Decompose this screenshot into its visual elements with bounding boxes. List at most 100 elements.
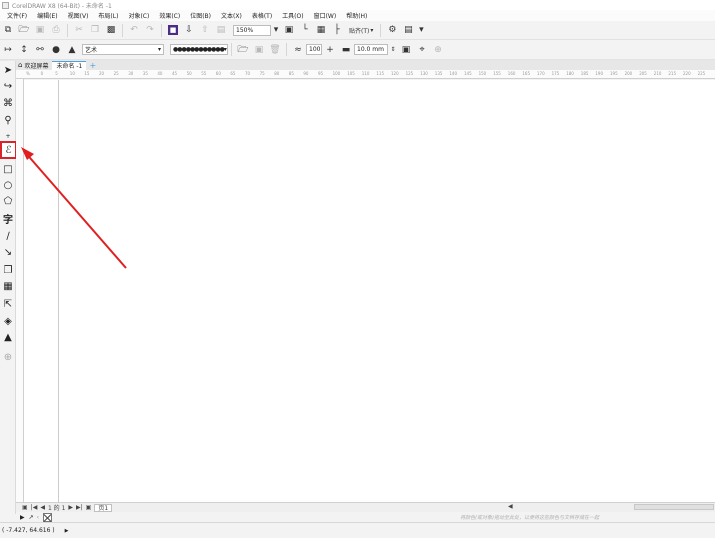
artistic-media-tool-icon[interactable]: ℰ (0, 141, 17, 159)
cut-icon[interactable]: ✂ (72, 23, 86, 37)
menu-object[interactable]: 对象(C) (123, 11, 154, 20)
previous-page-icon[interactable]: ◀ (40, 504, 45, 511)
ruler-tick-label: 70 (245, 71, 251, 76)
export-icon[interactable]: ⇧ (198, 23, 212, 37)
drawing-canvas[interactable] (24, 80, 715, 502)
menu-window[interactable]: 窗口(W) (309, 11, 342, 20)
application-launcher-icon[interactable]: ▤ (401, 23, 415, 37)
smoothing-field[interactable]: 100 (306, 44, 322, 55)
ruler-tick-label: 115 (376, 71, 385, 76)
tab-document[interactable]: 未命名 -1 (52, 60, 87, 70)
launcher-dropdown-icon[interactable]: ▾ (417, 23, 425, 37)
stroke-preset-field[interactable]: ●●●●●●●●●●●● ▾ (170, 44, 228, 55)
horizontal-ruler[interactable]: % 0 5 10 15 20 25 30 35 40 45 50 55 60 65 70 75 80 85 90 95 1… (16, 70, 715, 79)
show-grid-icon[interactable]: ▦ (314, 23, 328, 37)
menu-effects[interactable]: 效果(C) (154, 11, 185, 20)
snap-to-label: 贴齐(T) (349, 27, 370, 35)
save-stroke-icon[interactable]: ▣ (252, 43, 266, 57)
menu-table[interactable]: 表格(T) (247, 11, 277, 20)
ruler-tick-label: 165 (522, 71, 531, 76)
polygon-tool-icon[interactable]: ⬠ (1, 194, 15, 208)
menu-help[interactable]: 帮助(H) (341, 11, 372, 20)
add-page-icon[interactable]: ▣ (86, 504, 92, 511)
print-icon[interactable]: ⎙ (49, 23, 63, 37)
menu-file[interactable]: 文件(F) (2, 11, 32, 20)
interactive-fill-tool-icon[interactable]: ◈ (1, 314, 15, 328)
art-media-value: 艺术 (85, 47, 98, 54)
zoom-dropdown-icon[interactable]: ▾ (272, 23, 280, 37)
copy-icon[interactable]: ❐ (88, 23, 102, 37)
delete-icon[interactable]: 🗑 (268, 43, 282, 57)
zoom-level-field[interactable]: 150% (233, 24, 271, 36)
smart-fill-tool-icon[interactable]: ▲ (1, 330, 15, 344)
palette-scroll-icon[interactable]: ‹ (37, 514, 39, 521)
show-rulers-icon[interactable]: └ (298, 23, 312, 37)
add-tool-icon[interactable]: ⊕ (1, 350, 15, 364)
sprayer-icon[interactable]: ⚯ (33, 43, 47, 57)
drop-shadow-tool-icon[interactable]: ❐ (1, 263, 15, 277)
open-document-icon[interactable]: 🗁 (17, 23, 31, 37)
eyedropper-tool-icon[interactable]: ⇱ (1, 297, 15, 311)
text-tool-icon[interactable]: 字 (1, 211, 15, 226)
vertical-ruler[interactable] (16, 79, 24, 502)
parallel-dimension-tool-icon[interactable]: ∕ (1, 229, 15, 243)
preset-icon[interactable]: ↦ (1, 43, 15, 57)
menu-tools[interactable]: 工具(O) (277, 11, 308, 20)
ellipse-tool-icon[interactable]: ○ (1, 178, 15, 192)
last-page-icon[interactable]: ▶| (76, 504, 83, 511)
browse-icon[interactable]: 🗁 (236, 43, 250, 57)
add-tab-icon[interactable]: + (88, 61, 97, 70)
brush-icon[interactable]: ↕ (17, 43, 31, 57)
page-options-icon[interactable]: ▣ (22, 504, 28, 511)
crop-tool-icon[interactable]: ⌘ (1, 96, 15, 110)
expression-icon[interactable]: ▲ (65, 43, 79, 57)
tab-document-label: 未命名 -1 (56, 63, 83, 70)
stroke-width-field[interactable]: 10.0 mm (354, 44, 388, 55)
show-guidelines-icon[interactable]: ├ (330, 23, 344, 37)
palette-play-icon[interactable]: ▶ (20, 514, 25, 521)
first-page-icon[interactable]: |◀ (31, 504, 38, 511)
add-preset-icon[interactable]: ⊕ (431, 43, 445, 57)
apply-stroke-icon[interactable]: ▣ (399, 43, 413, 57)
art-media-field[interactable]: 艺术 ▾ (82, 44, 164, 55)
save-icon[interactable]: ▣ (33, 23, 47, 37)
paste-icon[interactable]: ▩ (104, 23, 118, 37)
ruler-tick-label: 145 (464, 71, 472, 76)
new-document-icon[interactable]: ⧉ (1, 23, 15, 37)
freehand-smooth-icon[interactable]: ⌖ (415, 43, 429, 57)
options-gear-icon[interactable]: ⚙ (385, 23, 399, 37)
status-play-icon[interactable]: ▶ (65, 528, 69, 534)
scroll-left-icon[interactable]: ◀ (508, 503, 513, 510)
shape-tool-icon[interactable]: ↪ (1, 79, 15, 93)
import-icon[interactable]: ⇩ (182, 23, 196, 37)
tab-welcome-screen[interactable]: ⌂ 欢迎屏幕 (14, 61, 52, 70)
separator (380, 23, 382, 37)
menu-layout[interactable]: 布局(L) (93, 11, 123, 20)
search-content-icon[interactable]: ■ (166, 23, 180, 37)
next-page-icon[interactable]: ▶ (68, 504, 73, 511)
zoom-tool-icon[interactable]: ⚲ (1, 113, 15, 127)
menu-bitmaps[interactable]: 位图(B) (185, 11, 216, 20)
full-screen-icon[interactable]: ▣ (282, 23, 296, 37)
width-spinner-icon[interactable]: ⇕ (389, 43, 397, 57)
calligraphic-icon[interactable]: ● (49, 43, 63, 57)
transparency-tool-icon[interactable]: ▦ (1, 279, 15, 293)
ruler-tick-label: 225 (697, 71, 706, 76)
connector-tool-icon[interactable]: ↘ (1, 245, 15, 259)
page-tab[interactable]: 页1 (94, 503, 113, 512)
horizontal-scrollbar[interactable] (634, 504, 714, 510)
undo-icon[interactable]: ↶ (127, 23, 141, 37)
redo-icon[interactable]: ↷ (143, 23, 157, 37)
menu-text[interactable]: 文本(X) (216, 11, 247, 20)
eyedropper-icon[interactable]: ↗ (29, 514, 34, 521)
rectangle-tool-icon[interactable]: □ (1, 162, 15, 176)
window-title: CorelDRAW X8 (64-Bit) - 未命名 -1 (12, 2, 112, 10)
pick-tool-icon[interactable]: ➤ (1, 63, 15, 77)
menu-edit[interactable]: 编辑(E) (32, 11, 62, 20)
snap-to-button[interactable]: 贴齐(T) ▾ (346, 23, 376, 37)
menu-view[interactable]: 视图(V) (63, 11, 94, 20)
no-color-swatch[interactable] (43, 512, 53, 522)
smoothing-icon: ≈ (294, 44, 302, 55)
publish-pdf-icon[interactable]: ▤ (214, 23, 228, 37)
plus-icon[interactable]: + (323, 43, 337, 57)
